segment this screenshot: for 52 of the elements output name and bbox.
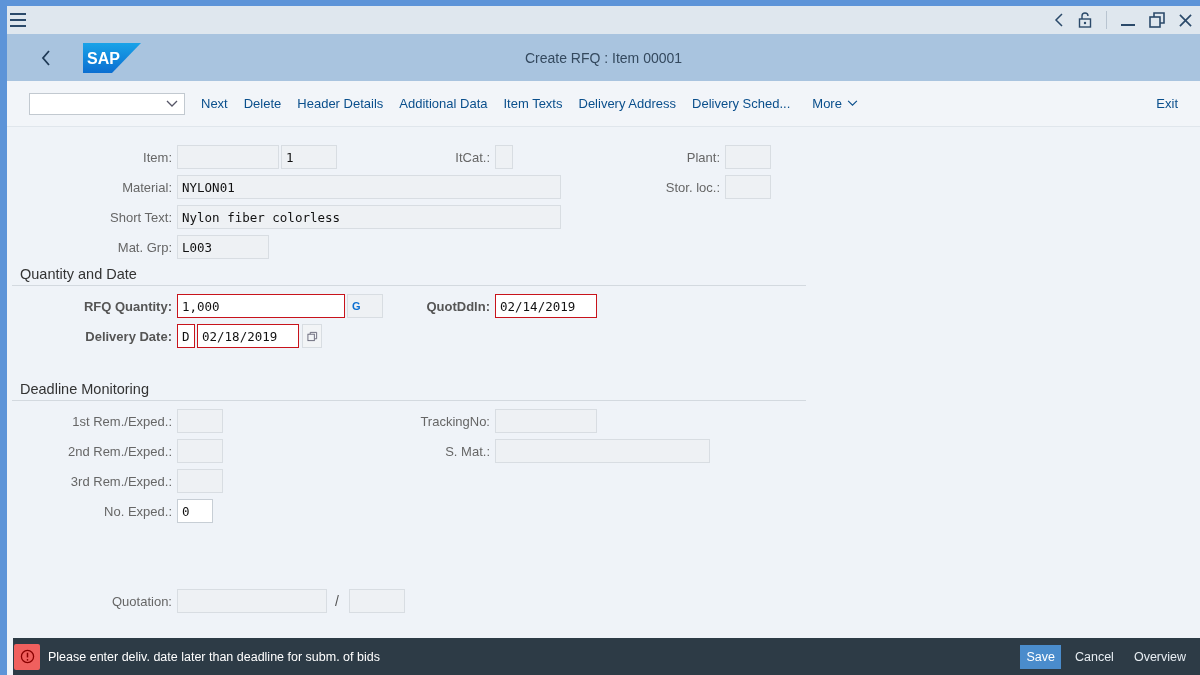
menu-icon[interactable] [10,13,26,27]
field-label: Short Text: [109,209,173,225]
field-label: Quotation: [111,593,173,609]
field-label: Item: [142,149,173,165]
field-label: Plant: [685,149,721,165]
command-dropdown[interactable] [29,92,185,115]
value-help-button[interactable] [302,324,322,348]
field-label: S. Mat.: [444,443,491,459]
chevron-left-icon[interactable] [1054,13,1064,27]
back-icon[interactable] [41,49,51,66]
separator-text: / [334,593,340,609]
field-label: Delivery Date: [84,328,173,344]
exit-button[interactable]: Exit [1148,92,1186,115]
input-field[interactable]: 1,000 [177,294,345,318]
padlock-icon[interactable] [1078,12,1092,28]
field-label: 3rd Rem./Exped.: [69,473,173,489]
toolbar-button[interactable]: Delivery Address [570,92,685,115]
restore-icon[interactable] [1149,12,1165,28]
footer-button[interactable]: Cancel [1069,644,1120,669]
field-label: Stor. loc.: [664,179,721,195]
toolbar-button[interactable]: Next [193,92,236,115]
field-label: QuotDdln: [425,298,491,314]
more-button[interactable]: More [804,92,866,115]
field-label: No. Exped.: [103,503,173,519]
footer-button[interactable]: Overview [1127,644,1192,669]
field-label: 2nd Rem./Exped.: [66,443,173,459]
section-title: Quantity and Date [12,266,806,286]
field-label: Material: [121,179,173,195]
input-field[interactable]: D [177,324,195,348]
screen-title: Create RFQ : Item 00001 [524,49,683,66]
error-icon [14,643,40,670]
status-message: Please enter deliv. date later than deadline for subm. of bids [48,649,380,664]
field-label: Mat. Grp: [116,239,173,255]
field-label: TrackingNo: [419,413,491,429]
input-field[interactable]: 02/14/2019 [495,294,597,318]
close-icon[interactable] [1179,13,1192,27]
input-field[interactable]: 02/18/2019 [197,324,299,348]
field-label: ItCat.: [454,149,491,165]
input-field[interactable]: 0 [177,499,213,523]
toolbar-button[interactable]: Delete [235,92,290,115]
field-label: RFQ Quantity: [82,298,173,314]
field-label: 1st Rem./Exped.: [71,413,173,429]
chevron-down-icon [166,99,178,108]
toolbar-button[interactable]: Header Details [289,92,392,115]
chevron-down-icon [846,100,858,107]
copy-icon [306,330,318,342]
logo-icon: SAP [83,42,141,73]
section-title: Deadline Monitoring [12,381,806,401]
toolbar-button[interactable]: Delivery Sched... [684,92,799,115]
toolbar-button[interactable]: Item Texts [495,92,571,115]
footer-button[interactable]: Save [1020,644,1061,669]
toolbar-button[interactable]: Additional Data [391,92,496,115]
